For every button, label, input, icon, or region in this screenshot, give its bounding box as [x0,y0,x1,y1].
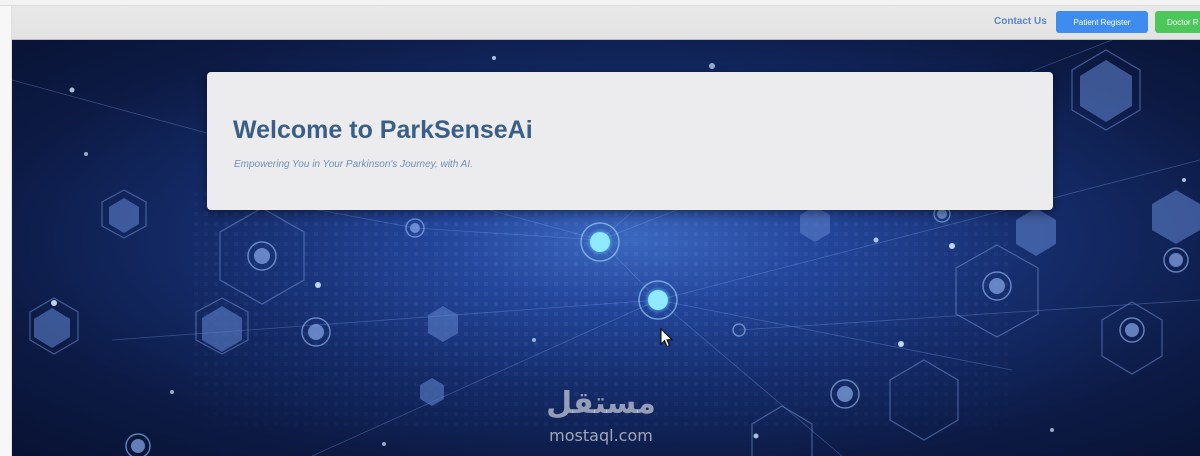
welcome-card: Welcome to ParkSenseAi Empowering You in… [207,72,1053,210]
hero-section: Welcome to ParkSenseAi Empowering You in… [12,40,1200,456]
doctor-register-button[interactable]: Doctor R [1155,11,1200,33]
welcome-title: Welcome to ParkSenseAi [233,116,533,144]
welcome-subtitle: Empowering You in Your Parkinson's Journ… [234,159,473,170]
top-navbar: Contact Us Patient Register Doctor R [12,6,1200,40]
patient-register-button[interactable]: Patient Register [1056,11,1148,33]
watermark-url: mostaql.com [549,426,653,445]
watermark-arabic: مستقل [546,386,656,421]
browser-frame-left [0,6,12,456]
contact-us-link[interactable]: Contact Us [994,16,1047,27]
